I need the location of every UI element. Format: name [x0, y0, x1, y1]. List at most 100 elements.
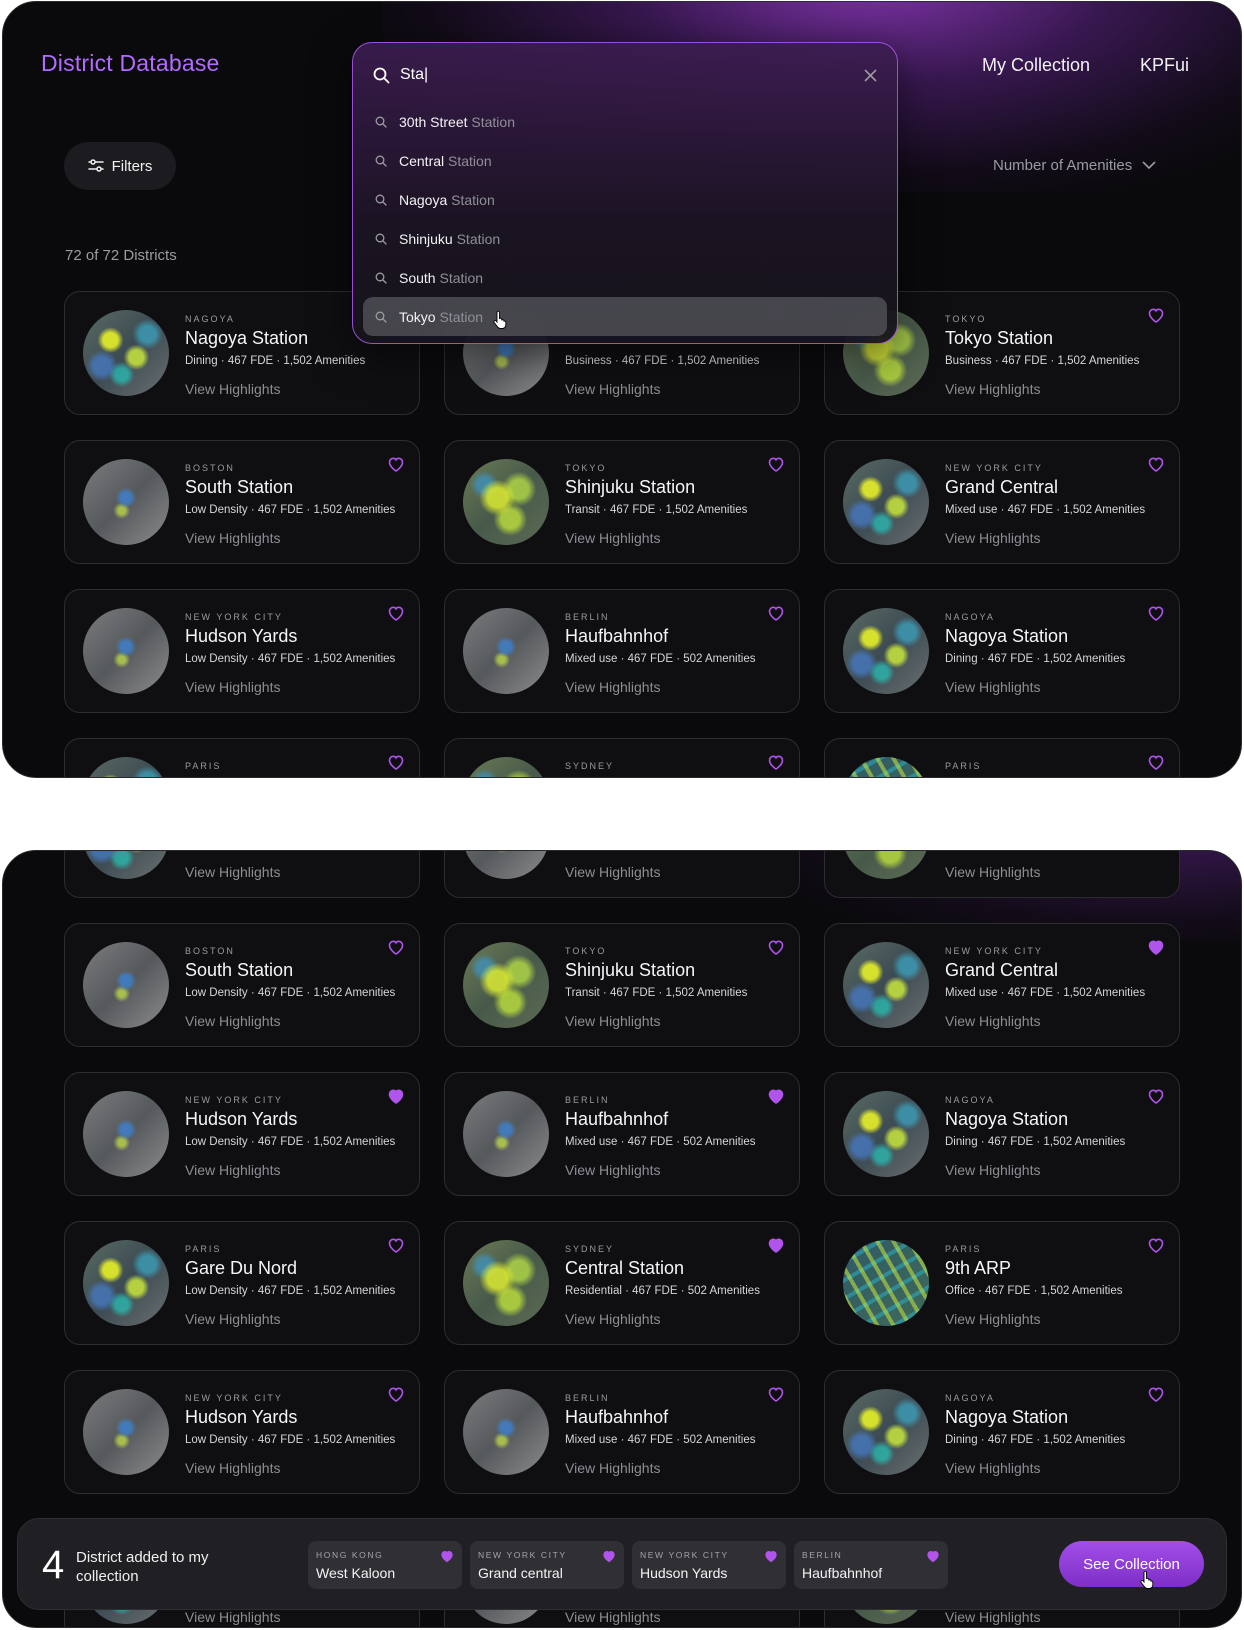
district-card[interactable]: PARIS View Highlights — [64, 738, 420, 777]
district-card[interactable]: SYDNEY Central Station Residential · 467… — [444, 1221, 800, 1345]
view-highlights-link[interactable]: View Highlights — [185, 381, 280, 397]
search-suggestion[interactable]: Central Station — [363, 141, 887, 180]
view-highlights-link[interactable]: View Highlights — [565, 864, 660, 880]
search-suggestion[interactable]: South Station — [363, 258, 887, 297]
heart-filled-icon[interactable] — [387, 1087, 405, 1105]
heart-icon[interactable] — [387, 1236, 405, 1254]
heart-icon[interactable] — [767, 1385, 785, 1403]
district-card[interactable]: BERLIN Haufbahnhof Mixed use · 467 FDE ·… — [444, 1370, 800, 1494]
search-input[interactable] — [400, 66, 854, 84]
district-card[interactable]: BERLIN Haufbahnhof Mixed use · 467 FDE ·… — [444, 1072, 800, 1196]
view-highlights-link[interactable]: View Highlights — [565, 1609, 660, 1625]
collection-chip[interactable]: NEW YORK CITY Grand central — [470, 1541, 624, 1589]
district-card[interactable]: TOKYO Shinjuku Station Transit · 467 FDE… — [444, 440, 800, 564]
view-highlights-link[interactable]: View Highlights — [185, 1013, 280, 1029]
heart-icon[interactable] — [767, 938, 785, 956]
view-highlights-link[interactable]: View Highlights — [565, 1311, 660, 1327]
search-suggestion[interactable]: Shinjuku Station — [363, 219, 887, 258]
sort-dropdown[interactable]: Number of Amenities — [993, 157, 1156, 174]
heart-filled-icon[interactable] — [440, 1549, 454, 1563]
heart-icon[interactable] — [1147, 1385, 1165, 1403]
brand-logo[interactable]: District Database — [41, 50, 220, 77]
view-highlights-link[interactable]: View Highlights — [565, 1013, 660, 1029]
see-collection-button[interactable]: See Collection — [1059, 1541, 1204, 1587]
view-highlights-link[interactable]: View Highlights — [945, 381, 1040, 397]
district-card[interactable]: PARIS View Highlights — [824, 738, 1180, 777]
district-card[interactable]: West Kaloon Business · 467 FDE · 1,502 A… — [444, 851, 800, 898]
view-highlights-link[interactable]: View Highlights — [185, 1460, 280, 1476]
close-icon[interactable] — [864, 68, 877, 82]
view-highlights-link[interactable]: View Highlights — [565, 679, 660, 695]
district-card[interactable]: BERLIN Haufbahnhof Mixed use · 467 FDE ·… — [444, 589, 800, 713]
district-card[interactable]: NAGOYA Nagoya Station Dining · 467 FDE ·… — [824, 1370, 1180, 1494]
view-highlights-link[interactable]: View Highlights — [185, 679, 280, 695]
district-card[interactable]: NEW YORK CITY Grand Central Mixed use · … — [824, 440, 1180, 564]
heart-icon[interactable] — [767, 455, 785, 473]
district-card[interactable]: Tokyo Station Business · 467 FDE · 1,502… — [824, 851, 1180, 898]
district-card[interactable]: NEW YORK CITY Hudson Yards Low Density ·… — [64, 1072, 420, 1196]
view-highlights-link[interactable]: View Highlights — [185, 864, 280, 880]
view-highlights-link[interactable]: View Highlights — [185, 1609, 280, 1625]
district-card[interactable]: TOKYO Shinjuku Station Transit · 467 FDE… — [444, 923, 800, 1047]
view-highlights-link[interactable]: View Highlights — [185, 1311, 280, 1327]
district-card[interactable]: Nagoya Station Dining · 467 FDE · 1,502 … — [64, 851, 420, 898]
district-card[interactable]: BOSTON South Station Low Density · 467 F… — [64, 923, 420, 1047]
district-heatmap-image — [83, 1389, 169, 1475]
view-highlights-link[interactable]: View Highlights — [945, 1311, 1040, 1327]
view-highlights-link[interactable]: View Highlights — [945, 864, 1040, 880]
view-highlights-link[interactable]: View Highlights — [945, 1609, 1040, 1625]
district-card[interactable]: NEW YORK CITY Hudson Yards Low Density ·… — [64, 589, 420, 713]
heart-filled-icon[interactable] — [764, 1549, 778, 1563]
view-highlights-link[interactable]: View Highlights — [565, 1162, 660, 1178]
collection-chip[interactable]: NEW YORK CITY Hudson Yards — [632, 1541, 786, 1589]
chevron-down-icon — [1142, 161, 1156, 170]
view-highlights-link[interactable]: View Highlights — [565, 1460, 660, 1476]
view-highlights-link[interactable]: View Highlights — [945, 679, 1040, 695]
heart-filled-icon[interactable] — [926, 1549, 940, 1563]
heart-icon[interactable] — [387, 753, 405, 771]
collection-chip[interactable]: BERLIN Haufbahnhof — [794, 1541, 948, 1589]
view-highlights-link[interactable]: View Highlights — [945, 1013, 1040, 1029]
search-suggestion[interactable]: Nagoya Station — [363, 180, 887, 219]
view-highlights-link[interactable]: View Highlights — [945, 530, 1040, 546]
district-city: PARIS — [185, 1244, 222, 1254]
heart-icon[interactable] — [767, 753, 785, 771]
district-card[interactable]: PARIS 9th ARP Office · 467 FDE · 1,502 A… — [824, 1221, 1180, 1345]
nav-my-collection[interactable]: My Collection — [982, 55, 1090, 76]
heart-icon[interactable] — [1147, 1087, 1165, 1105]
suggestion-text: Tokyo Station — [399, 308, 484, 325]
district-card[interactable]: NAGOYA Nagoya Station Dining · 467 FDE ·… — [824, 589, 1180, 713]
heart-filled-icon[interactable] — [1147, 938, 1165, 956]
view-highlights-link[interactable]: View Highlights — [565, 381, 660, 397]
heart-icon[interactable] — [387, 455, 405, 473]
view-highlights-link[interactable]: View Highlights — [945, 1460, 1040, 1476]
heart-icon[interactable] — [767, 604, 785, 622]
view-highlights-link[interactable]: View Highlights — [185, 530, 280, 546]
heart-icon[interactable] — [1147, 1236, 1165, 1254]
district-card[interactable]: BOSTON South Station Low Density · 467 F… — [64, 440, 420, 564]
district-card[interactable]: SYDNEY View Highlights — [444, 738, 800, 777]
heart-icon[interactable] — [387, 1385, 405, 1403]
view-highlights-link[interactable]: View Highlights — [565, 530, 660, 546]
district-name: Hudson Yards — [185, 1109, 298, 1129]
heart-icon[interactable] — [387, 604, 405, 622]
nav-profile[interactable]: KPFui — [1140, 55, 1189, 76]
district-card[interactable]: NEW YORK CITY Grand Central Mixed use · … — [824, 923, 1180, 1047]
search-suggestion[interactable]: Tokyo Station — [363, 297, 887, 336]
heart-icon[interactable] — [1147, 306, 1165, 324]
filters-button[interactable]: Filters — [64, 142, 176, 190]
heart-filled-icon[interactable] — [767, 1087, 785, 1105]
district-card[interactable]: PARIS Gare Du Nord Low Density · 467 FDE… — [64, 1221, 420, 1345]
collection-chip[interactable]: HONG KONG West Kaloon — [308, 1541, 462, 1589]
search-suggestion[interactable]: 30th Street Station — [363, 102, 887, 141]
view-highlights-link[interactable]: View Highlights — [185, 1162, 280, 1178]
heart-icon[interactable] — [387, 938, 405, 956]
view-highlights-link[interactable]: View Highlights — [945, 1162, 1040, 1178]
district-card[interactable]: NEW YORK CITY Hudson Yards Low Density ·… — [64, 1370, 420, 1494]
heart-icon[interactable] — [1147, 604, 1165, 622]
district-card[interactable]: NAGOYA Nagoya Station Dining · 467 FDE ·… — [824, 1072, 1180, 1196]
heart-filled-icon[interactable] — [767, 1236, 785, 1254]
heart-icon[interactable] — [1147, 753, 1165, 771]
heart-icon[interactable] — [1147, 455, 1165, 473]
heart-filled-icon[interactable] — [602, 1549, 616, 1563]
